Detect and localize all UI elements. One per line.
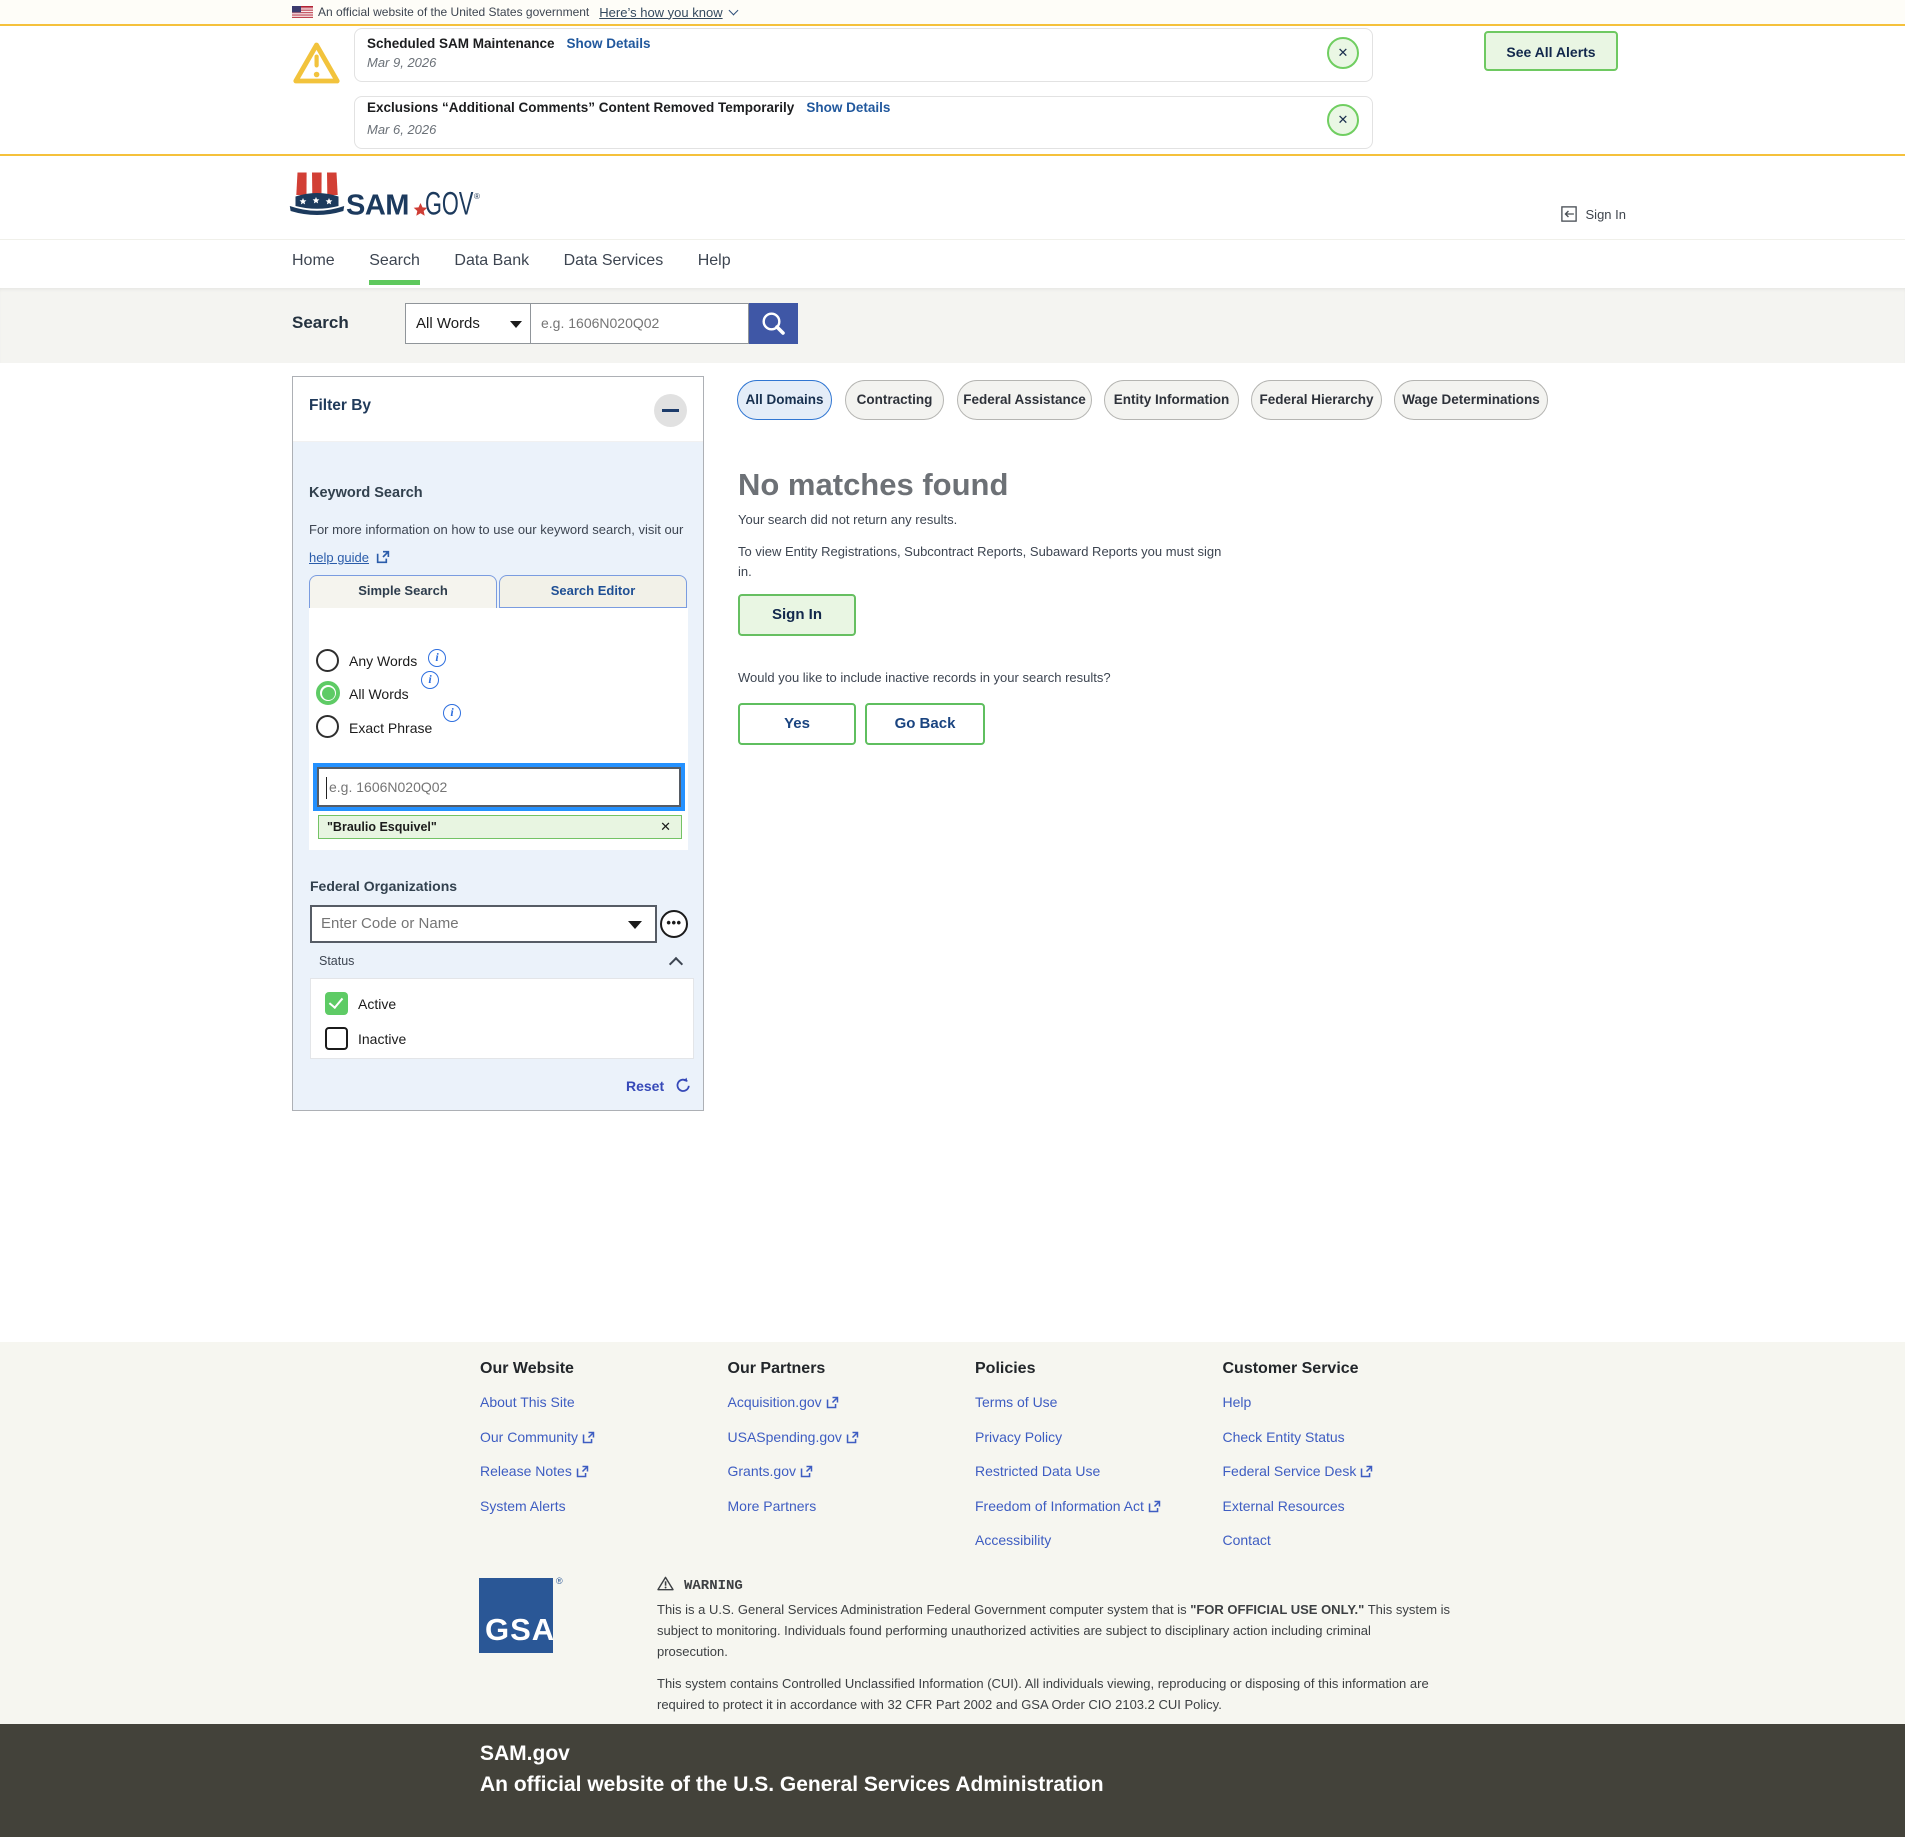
svg-text:®: ® [556,1576,563,1586]
svg-text:GSA: GSA [485,1612,555,1647]
svg-text:GOV: GOV [425,185,474,220]
svg-text:®: ® [474,192,480,201]
svg-text:SAM: SAM [346,190,409,221]
